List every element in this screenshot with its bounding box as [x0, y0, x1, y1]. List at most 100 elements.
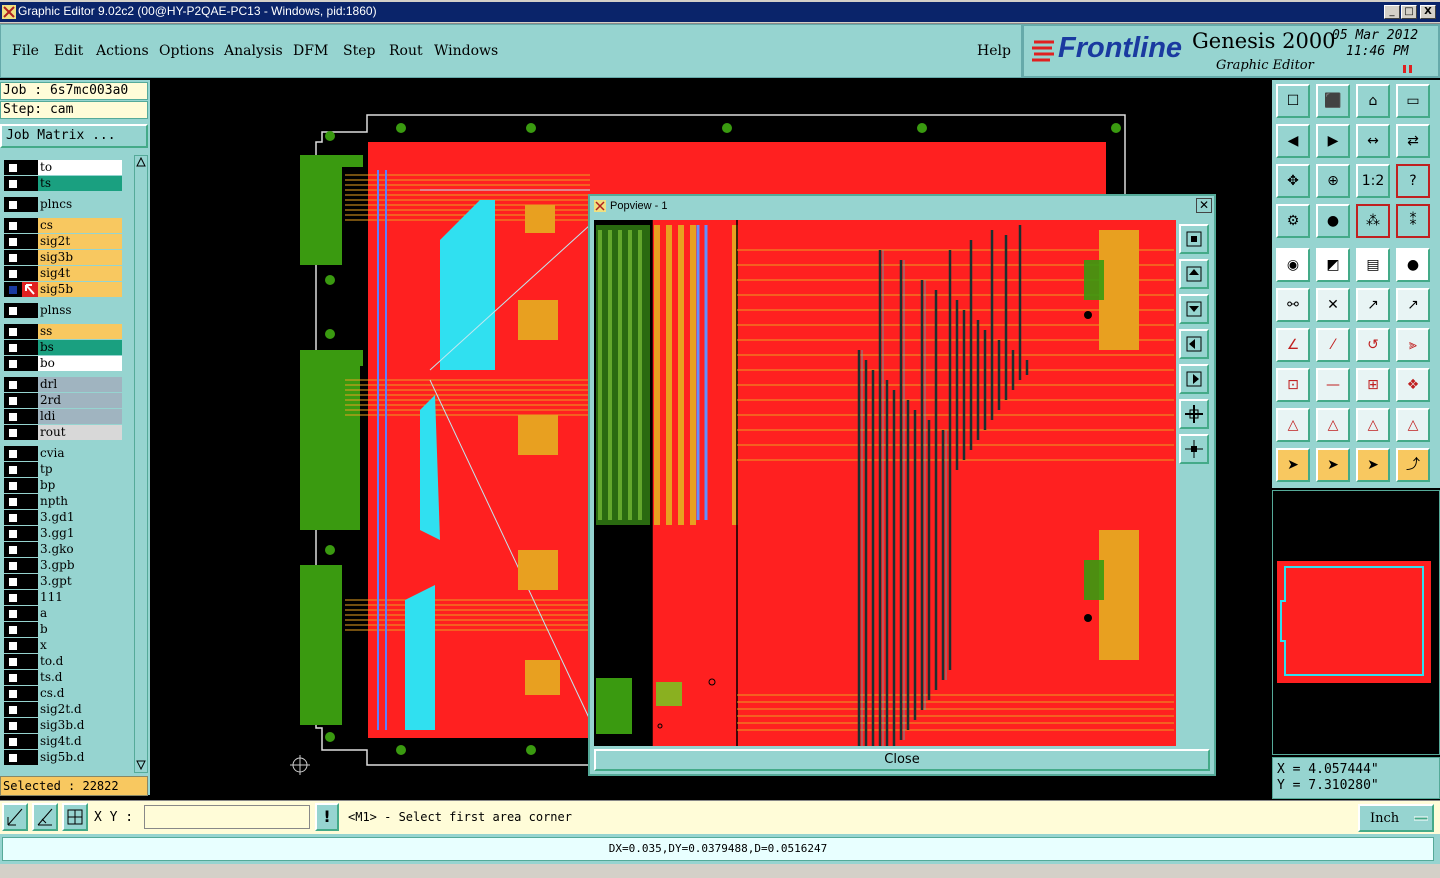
layer-row[interactable]: drl: [4, 377, 122, 392]
pad-button[interactable]: ◉: [1276, 248, 1310, 282]
box-select-button[interactable]: ⊞: [1356, 368, 1390, 402]
layer-name[interactable]: sig5b.d: [38, 750, 122, 765]
layer-mode-cell[interactable]: [22, 176, 38, 191]
layer-name[interactable]: sig5b: [38, 282, 122, 297]
cross-button[interactable]: ✕: [1316, 288, 1350, 322]
layer-checkbox[interactable]: [8, 253, 18, 263]
layer-row[interactable]: 3.gpb: [4, 558, 122, 573]
layer-name[interactable]: ts: [38, 176, 122, 191]
triangle-3-button[interactable]: △: [1356, 408, 1390, 442]
layer-name[interactable]: sig4t.d: [38, 734, 122, 749]
layer-name[interactable]: cs.d: [38, 686, 122, 701]
layer-name[interactable]: bo: [38, 356, 122, 371]
layer-mode-cell[interactable]: [22, 654, 38, 669]
layer-row[interactable]: plncs: [4, 197, 122, 212]
layer-mode-cell[interactable]: [22, 558, 38, 573]
layer-mode-cell[interactable]: [22, 197, 38, 212]
layer-name[interactable]: 3.gpt: [38, 574, 122, 589]
layer-mode-cell[interactable]: [22, 542, 38, 557]
layer-checkbox[interactable]: [8, 237, 18, 247]
layer-name[interactable]: bp: [38, 478, 122, 493]
select-arrow-button[interactable]: ➤: [1276, 448, 1310, 482]
layer-name[interactable]: cvia: [38, 446, 122, 461]
layer-mode-cell[interactable]: [22, 303, 38, 318]
layer-checkbox[interactable]: [8, 593, 18, 603]
layer-row[interactable]: ldi: [4, 409, 122, 424]
group-button[interactable]: ❖: [1396, 368, 1430, 402]
select-net-button[interactable]: ⤴: [1396, 448, 1430, 482]
layer-checkbox[interactable]: [8, 343, 18, 353]
menu-rout[interactable]: Rout: [389, 43, 423, 59]
layer-checkbox[interactable]: [8, 545, 18, 555]
node-button[interactable]: ⚯: [1276, 288, 1310, 322]
layer-mode-cell[interactable]: [22, 638, 38, 653]
menu-options[interactable]: Options: [159, 43, 214, 59]
layer-row[interactable]: a: [4, 606, 122, 621]
layer-mode-cell[interactable]: [22, 266, 38, 281]
measure-button[interactable]: ●: [1316, 204, 1350, 238]
circle-button[interactable]: ●: [1396, 248, 1430, 282]
layer-name[interactable]: x: [38, 638, 122, 653]
layer-name[interactable]: sig3b: [38, 250, 122, 265]
layer-row[interactable]: bp: [4, 478, 122, 493]
layer-mode-cell[interactable]: [22, 324, 38, 339]
layer-checkbox[interactable]: [8, 200, 18, 210]
menu-analysis[interactable]: Analysis: [224, 43, 283, 59]
ruler-button[interactable]: ▤: [1356, 248, 1390, 282]
layer-name[interactable]: 111: [38, 590, 122, 605]
layer-checkbox[interactable]: [8, 705, 18, 715]
menu-help[interactable]: Help: [977, 43, 1011, 59]
menu-windows[interactable]: Windows: [434, 43, 498, 59]
popview-close-icon[interactable]: ✕: [1196, 198, 1212, 213]
layer-row[interactable]: ss: [4, 324, 122, 339]
layer-row[interactable]: plnss: [4, 303, 122, 318]
layer-checkbox[interactable]: [8, 721, 18, 731]
popview-titlebar[interactable]: Popview - 1 ✕: [590, 196, 1214, 216]
window-button[interactable]: ▭: [1396, 84, 1430, 118]
line-button[interactable]: ◩: [1316, 248, 1350, 282]
layer-row[interactable]: ts.d: [4, 670, 122, 685]
layer-row[interactable]: npth: [4, 494, 122, 509]
layer-row[interactable]: cs: [4, 218, 122, 233]
layer-checkbox[interactable]: [8, 428, 18, 438]
popview-close-button[interactable]: Close: [594, 749, 1210, 771]
triangle-2-button[interactable]: △: [1316, 408, 1350, 442]
menu-step[interactable]: Step: [343, 43, 375, 59]
layer-mode-cell[interactable]: [22, 622, 38, 637]
layer-row[interactable]: tp: [4, 462, 122, 477]
save-button[interactable]: ⬛: [1316, 84, 1350, 118]
triangle-1-button[interactable]: △: [1276, 408, 1310, 442]
menu-dfm[interactable]: DFM: [293, 43, 328, 59]
layer-checkbox[interactable]: [8, 396, 18, 406]
snap-mode-button[interactable]: [2, 803, 28, 831]
layer-checkbox[interactable]: [8, 221, 18, 231]
layer-mode-cell[interactable]: [22, 250, 38, 265]
next-step-button[interactable]: ▶: [1316, 124, 1350, 158]
layer-checkbox[interactable]: [8, 753, 18, 763]
layer-row[interactable]: sig2t: [4, 234, 122, 249]
pause-icon[interactable]: [1402, 64, 1414, 74]
menu-actions[interactable]: Actions: [96, 43, 149, 59]
layer-row[interactable]: sig4t: [4, 266, 122, 281]
layer-checkbox[interactable]: [8, 359, 18, 369]
layer-row[interactable]: b: [4, 622, 122, 637]
layer-name[interactable]: bs: [38, 340, 122, 355]
layer-row[interactable]: 3.gd1: [4, 510, 122, 525]
layer-row[interactable]: sig3b: [4, 250, 122, 265]
layer-row[interactable]: 3.gko: [4, 542, 122, 557]
overview-panel[interactable]: [1272, 490, 1440, 755]
arc-point-button[interactable]: ↗: [1356, 288, 1390, 322]
layer-row[interactable]: cs.d: [4, 686, 122, 701]
layer-mode-cell[interactable]: [22, 734, 38, 749]
layer-checkbox[interactable]: [8, 625, 18, 635]
layer-mode-cell[interactable]: [22, 425, 38, 440]
connect-button[interactable]: ⁑: [1396, 204, 1430, 238]
layer-row[interactable]: 3.gg1: [4, 526, 122, 541]
scroll-down-icon[interactable]: [136, 760, 146, 770]
layer-name[interactable]: 3.gd1: [38, 510, 122, 525]
triangle-4-button[interactable]: △: [1396, 408, 1430, 442]
layer-name[interactable]: b: [38, 622, 122, 637]
layer-checkbox[interactable]: [8, 306, 18, 316]
layer-mode-cell[interactable]: [22, 160, 38, 175]
zoom-center-button[interactable]: ⊕: [1316, 164, 1350, 198]
